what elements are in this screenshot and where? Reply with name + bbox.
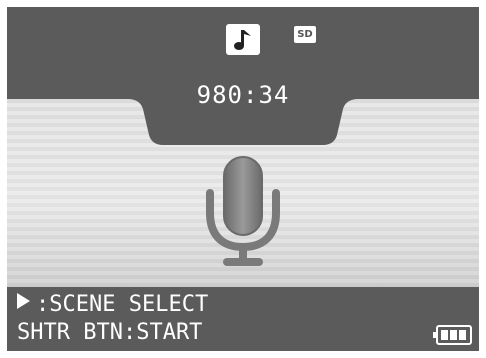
battery-icon	[433, 325, 472, 345]
camera-screen: SD 980:34 :SCENE SELECT SHTR BTN:START	[7, 7, 479, 351]
shutter-start-hint: SHTR BTN:START	[17, 320, 203, 345]
microphone-icon	[206, 156, 280, 266]
sd-card-icon: SD	[294, 26, 316, 43]
scene-select-text: :SCENE SELECT	[36, 292, 209, 317]
play-triangle-icon	[17, 293, 30, 309]
scene-select-hint: :SCENE SELECT	[17, 292, 208, 317]
music-note-icon	[226, 24, 260, 55]
remaining-recording-time: 980:34	[196, 81, 290, 109]
